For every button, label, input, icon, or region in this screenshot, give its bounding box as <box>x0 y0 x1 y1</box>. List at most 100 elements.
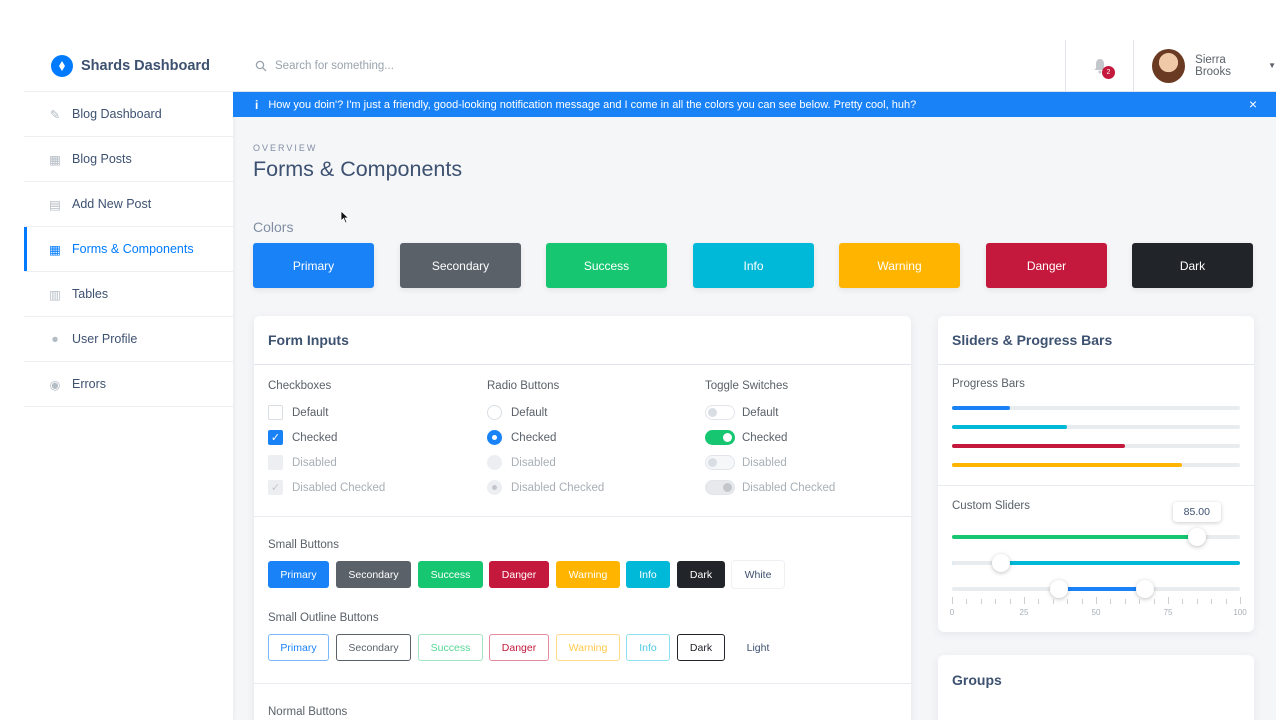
card-title: Sliders & Progress Bars <box>938 316 1254 365</box>
search-input[interactable]: Search for something... <box>233 60 1065 72</box>
color-button-dark[interactable]: Dark <box>1132 243 1253 288</box>
outline-button-warning[interactable]: Warning <box>556 634 620 661</box>
progress-bar-fill <box>952 463 1183 467</box>
outline-button-success[interactable]: Success <box>418 634 483 661</box>
progress-bar-fill <box>952 425 1068 429</box>
slider-scale-tick <box>1225 599 1227 604</box>
outline-button-primary[interactable]: Primary <box>268 634 329 661</box>
small-button-danger[interactable]: Danger <box>489 561 549 588</box>
progress-bars-title: Progress Bars <box>952 378 1025 390</box>
toggle <box>705 455 735 470</box>
shards-logo-icon <box>51 54 73 77</box>
radio-row: Disabled Checked <box>487 475 604 500</box>
table-icon: ▥ <box>49 287 61 302</box>
small-button-primary[interactable]: Primary <box>268 561 329 588</box>
color-button-success[interactable]: Success <box>546 243 667 288</box>
toggle-row[interactable]: Default <box>705 400 835 425</box>
toggle[interactable] <box>705 405 735 420</box>
toggles-group: Toggle Switches Default Checked Disabled Di… <box>705 380 835 500</box>
slider-handle[interactable] <box>1187 528 1206 546</box>
divider <box>254 516 911 517</box>
color-button-info[interactable]: Info <box>693 243 814 288</box>
page-subtitle: OVERVIEW <box>253 143 318 153</box>
notifications-button[interactable]: 2 <box>1065 40 1133 92</box>
outline-button-danger[interactable]: Danger <box>489 634 549 661</box>
color-buttons: Primary Secondary Success Info Warning Danger… <box>253 243 1254 288</box>
sidebar-nav: ✎ Blog Dashboard ▦ Blog Posts ▤ Add New Post ▦… <box>24 92 233 407</box>
divider <box>254 683 911 684</box>
slider-range-fill <box>1058 587 1145 591</box>
sidebar-item-label: Errors <box>72 377 107 391</box>
sidebar-item-tables[interactable]: ▥ Tables <box>24 272 233 317</box>
sidebar-item-forms-components[interactable]: ▦ Forms & Components <box>24 227 233 272</box>
avatar <box>1152 48 1186 83</box>
outline-button-info[interactable]: Info <box>626 634 670 661</box>
close-icon[interactable]: × <box>1249 96 1257 112</box>
color-button-warning[interactable]: Warning <box>839 243 960 288</box>
mouse-cursor-icon <box>340 210 350 224</box>
checkbox[interactable]: ✓ <box>268 430 283 445</box>
outline-button-dark[interactable]: Dark <box>677 634 725 661</box>
radios-group: Radio Buttons Default Checked Disabled Disa… <box>487 380 604 500</box>
color-button-primary[interactable]: Primary <box>253 243 374 288</box>
toggle-label: Checked <box>742 431 788 444</box>
posts-icon: ▦ <box>49 152 61 167</box>
radio-label: Checked <box>511 431 557 444</box>
sidebar-item-user-profile[interactable]: ● User Profile <box>24 317 233 362</box>
color-button-danger[interactable]: Danger <box>986 243 1107 288</box>
slider-scale-tick <box>1196 599 1198 604</box>
small-button-info[interactable]: Info <box>626 561 670 588</box>
user-menu[interactable]: Sierra Brooks ▼ <box>1133 40 1276 92</box>
slider-handle[interactable] <box>991 554 1010 572</box>
outline-button-secondary[interactable]: Secondary <box>336 634 411 661</box>
small-button-secondary[interactable]: Secondary <box>336 561 411 588</box>
sidebar-item-label: Blog Dashboard <box>72 107 162 121</box>
toggle-label: Disabled <box>742 456 787 469</box>
sidebar-item-label: Forms & Components <box>72 242 194 256</box>
slider-track[interactable] <box>952 587 1240 591</box>
slider-scale-tick <box>1067 599 1069 604</box>
small-button-warning[interactable]: Warning <box>556 561 620 588</box>
sidebar-item-errors[interactable]: ◉ Errors <box>24 362 233 407</box>
slider-scale-tick <box>952 597 953 604</box>
checkboxes-group: Checkboxes Default ✓ Checked Disabled ✓ Disab… <box>268 380 385 500</box>
toggle-row[interactable]: Checked <box>705 425 835 450</box>
slider-scale-label: 50 <box>1091 608 1101 617</box>
sidebar-item-add-new-post[interactable]: ▤ Add New Post <box>24 182 233 227</box>
small-buttons-title: Small Buttons <box>268 539 339 551</box>
small-button-dark[interactable]: Dark <box>677 561 725 588</box>
radio-row[interactable]: Default <box>487 400 604 425</box>
radio <box>487 480 502 495</box>
sidebar-item-blog-posts[interactable]: ▦ Blog Posts <box>24 137 233 182</box>
caret-down-icon: ▼ <box>1268 61 1276 70</box>
color-button-secondary[interactable]: Secondary <box>400 243 521 288</box>
sidebar-item-label: Blog Posts <box>72 152 132 166</box>
checkbox-label: Disabled Checked <box>292 481 386 494</box>
radio-row[interactable]: Checked <box>487 425 604 450</box>
checkbox[interactable] <box>268 405 283 420</box>
notification-badge: 2 <box>1102 65 1115 79</box>
toggle-label: Default <box>742 406 779 419</box>
brand[interactable]: Shards Dashboard <box>24 40 233 92</box>
checkbox-row: Disabled <box>268 450 385 475</box>
slider-handle[interactable] <box>1049 580 1068 598</box>
slider-scale-tick <box>1211 599 1213 604</box>
small-outline-buttons-row: Primary Secondary Success Danger Warning Info… <box>254 634 911 662</box>
radio[interactable] <box>487 430 502 445</box>
outline-button-light[interactable]: Light <box>732 634 784 661</box>
radio[interactable] <box>487 405 502 420</box>
brand-title: Shards Dashboard <box>81 57 210 74</box>
main-content: OVERVIEW Forms & Components Colors Prima… <box>253 117 1254 288</box>
sidebar-item-blog-dashboard[interactable]: ✎ Blog Dashboard <box>24 92 233 137</box>
error-icon: ◉ <box>49 377 61 392</box>
slider-handle[interactable] <box>1135 580 1154 598</box>
toggle <box>705 480 735 495</box>
checkbox-row[interactable]: Default <box>268 400 385 425</box>
normal-buttons-title: Normal Buttons <box>268 706 348 718</box>
toggle[interactable] <box>705 430 735 445</box>
radio-label: Disabled <box>511 456 556 469</box>
small-button-white[interactable]: White <box>732 561 784 588</box>
note-add-icon: ▤ <box>49 197 61 212</box>
checkbox-row[interactable]: ✓ Checked <box>268 425 385 450</box>
small-button-success[interactable]: Success <box>418 561 483 588</box>
